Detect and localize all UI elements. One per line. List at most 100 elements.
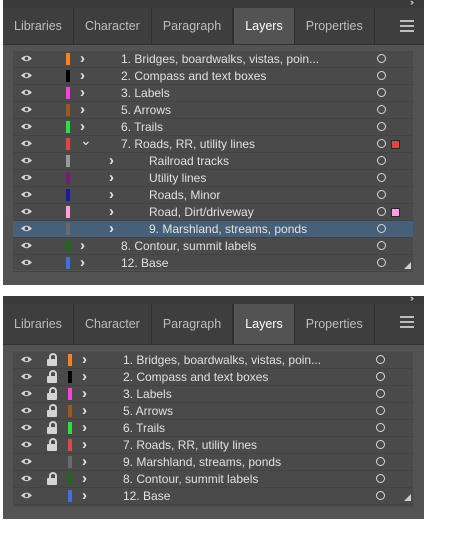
chevron-right-icon[interactable]: › (80, 51, 85, 66)
eye-icon[interactable] (20, 105, 33, 114)
tab-properties[interactable]: Properties (295, 304, 375, 344)
selection-square-icon[interactable] (391, 140, 400, 149)
lock-icon[interactable] (47, 353, 57, 366)
selection-square-icon[interactable] (391, 208, 400, 217)
tab-layers[interactable]: Layers (233, 304, 295, 344)
layer-row[interactable]: › Roads, Minor (13, 187, 413, 204)
eye-icon[interactable] (20, 406, 33, 415)
tab-layers[interactable]: Layers (233, 8, 295, 44)
lock-icon[interactable] (47, 370, 57, 383)
chevron-right-icon[interactable]: › (82, 488, 87, 503)
eye-icon[interactable] (20, 372, 33, 381)
eye-icon[interactable] (20, 440, 33, 449)
lock-icon[interactable] (47, 438, 57, 451)
lock-icon[interactable] (47, 472, 57, 485)
chevron-right-icon[interactable]: › (109, 187, 114, 202)
eye-icon[interactable] (20, 423, 33, 432)
layer-row[interactable]: › 12. Base (13, 255, 413, 272)
eye-icon[interactable] (20, 491, 33, 500)
eye-icon[interactable] (20, 224, 33, 233)
resize-corner-icon[interactable] (404, 262, 411, 269)
target-circle-icon[interactable] (376, 491, 385, 500)
layer-row[interactable]: ⌄ 7. Roads, RR, utility lines (13, 133, 413, 153)
eye-icon[interactable] (20, 474, 33, 483)
tab-libraries[interactable]: Libraries (3, 8, 74, 44)
chevron-right-icon[interactable]: › (82, 403, 87, 418)
eye-icon[interactable] (20, 190, 33, 199)
lock-icon[interactable] (47, 387, 57, 400)
layer-row[interactable]: › 6. Trails (13, 420, 413, 437)
target-circle-icon[interactable] (376, 474, 385, 483)
chevron-right-icon[interactable]: › (80, 102, 85, 117)
eye-icon[interactable] (20, 241, 33, 250)
chevron-right-icon[interactable]: › (109, 153, 114, 168)
eye-icon[interactable] (20, 122, 33, 131)
layer-row[interactable]: › Railroad tracks (13, 153, 413, 170)
target-circle-icon[interactable] (377, 224, 386, 233)
tab-libraries[interactable]: Libraries (3, 304, 74, 344)
collapse-panel-icon[interactable]: ›› (410, 0, 414, 7)
target-circle-icon[interactable] (377, 88, 386, 97)
chevron-right-icon[interactable]: › (80, 68, 85, 83)
target-circle-icon[interactable] (377, 173, 386, 182)
layer-row[interactable]: › 1. Bridges, boardwalks, vistas, poin... (13, 352, 413, 369)
target-circle-icon[interactable] (377, 190, 386, 199)
target-circle-icon[interactable] (377, 71, 386, 80)
target-circle-icon[interactable] (377, 54, 386, 63)
layer-row[interactable]: › 5. Arrows (13, 403, 413, 420)
chevron-right-icon[interactable]: › (82, 420, 87, 435)
tab-character[interactable]: Character (74, 8, 152, 44)
eye-icon[interactable] (20, 457, 33, 466)
target-circle-icon[interactable] (376, 372, 385, 381)
tab-character[interactable]: Character (74, 304, 152, 344)
target-circle-icon[interactable] (376, 423, 385, 432)
layer-row[interactable]: › 12. Base (13, 488, 413, 505)
chevron-right-icon[interactable]: › (82, 352, 87, 367)
chevron-right-icon[interactable]: › (109, 170, 114, 185)
layer-row[interactable]: › 6. Trails (13, 119, 413, 136)
eye-icon[interactable] (20, 258, 33, 267)
target-circle-icon[interactable] (376, 457, 385, 466)
target-circle-icon[interactable] (376, 389, 385, 398)
target-circle-icon[interactable] (377, 139, 386, 148)
eye-icon[interactable] (20, 207, 33, 216)
eye-icon[interactable] (20, 71, 33, 80)
layer-row[interactable]: › 2. Compass and text boxes (13, 68, 413, 85)
chevron-down-icon[interactable]: ⌄ (80, 133, 92, 147)
resize-corner-icon[interactable] (404, 494, 411, 501)
tab-properties[interactable]: Properties (295, 8, 375, 44)
layer-row[interactable]: › 9. Marshland, streams, ponds (13, 221, 413, 238)
target-circle-icon[interactable] (376, 355, 385, 364)
layer-row[interactable]: › 3. Labels (13, 386, 413, 403)
target-circle-icon[interactable] (376, 406, 385, 415)
chevron-right-icon[interactable]: › (82, 369, 87, 384)
lock-icon[interactable] (47, 404, 57, 417)
eye-icon[interactable] (20, 156, 33, 165)
lock-icon[interactable] (47, 421, 57, 434)
layer-row[interactable]: › 5. Arrows (13, 102, 413, 119)
chevron-right-icon[interactable]: › (80, 85, 85, 100)
layer-row[interactable]: › 3. Labels (13, 85, 413, 102)
layer-row[interactable]: › Utility lines (13, 170, 413, 187)
eye-icon[interactable] (20, 173, 33, 182)
hamburger-menu-icon[interactable] (400, 20, 414, 35)
chevron-right-icon[interactable]: › (82, 454, 87, 469)
chevron-right-icon[interactable]: › (80, 238, 85, 253)
eye-icon[interactable] (20, 139, 33, 148)
hamburger-menu-icon[interactable] (400, 316, 414, 331)
layer-row[interactable]: › Road, Dirt/driveway (13, 204, 413, 221)
eye-icon[interactable] (20, 54, 33, 63)
eye-icon[interactable] (20, 355, 33, 364)
target-circle-icon[interactable] (377, 156, 386, 165)
layer-row[interactable]: › 8. Contour, summit labels (13, 238, 413, 255)
layer-row[interactable]: › 9. Marshland, streams, ponds (13, 454, 413, 471)
target-circle-icon[interactable] (377, 207, 386, 216)
target-circle-icon[interactable] (377, 258, 386, 267)
tab-paragraph[interactable]: Paragraph (152, 304, 234, 344)
target-circle-icon[interactable] (377, 241, 386, 250)
chevron-right-icon[interactable]: › (82, 386, 87, 401)
target-circle-icon[interactable] (377, 122, 386, 131)
target-circle-icon[interactable] (376, 440, 385, 449)
chevron-right-icon[interactable]: › (82, 471, 87, 486)
collapse-panel-icon[interactable]: ›› (410, 296, 414, 303)
